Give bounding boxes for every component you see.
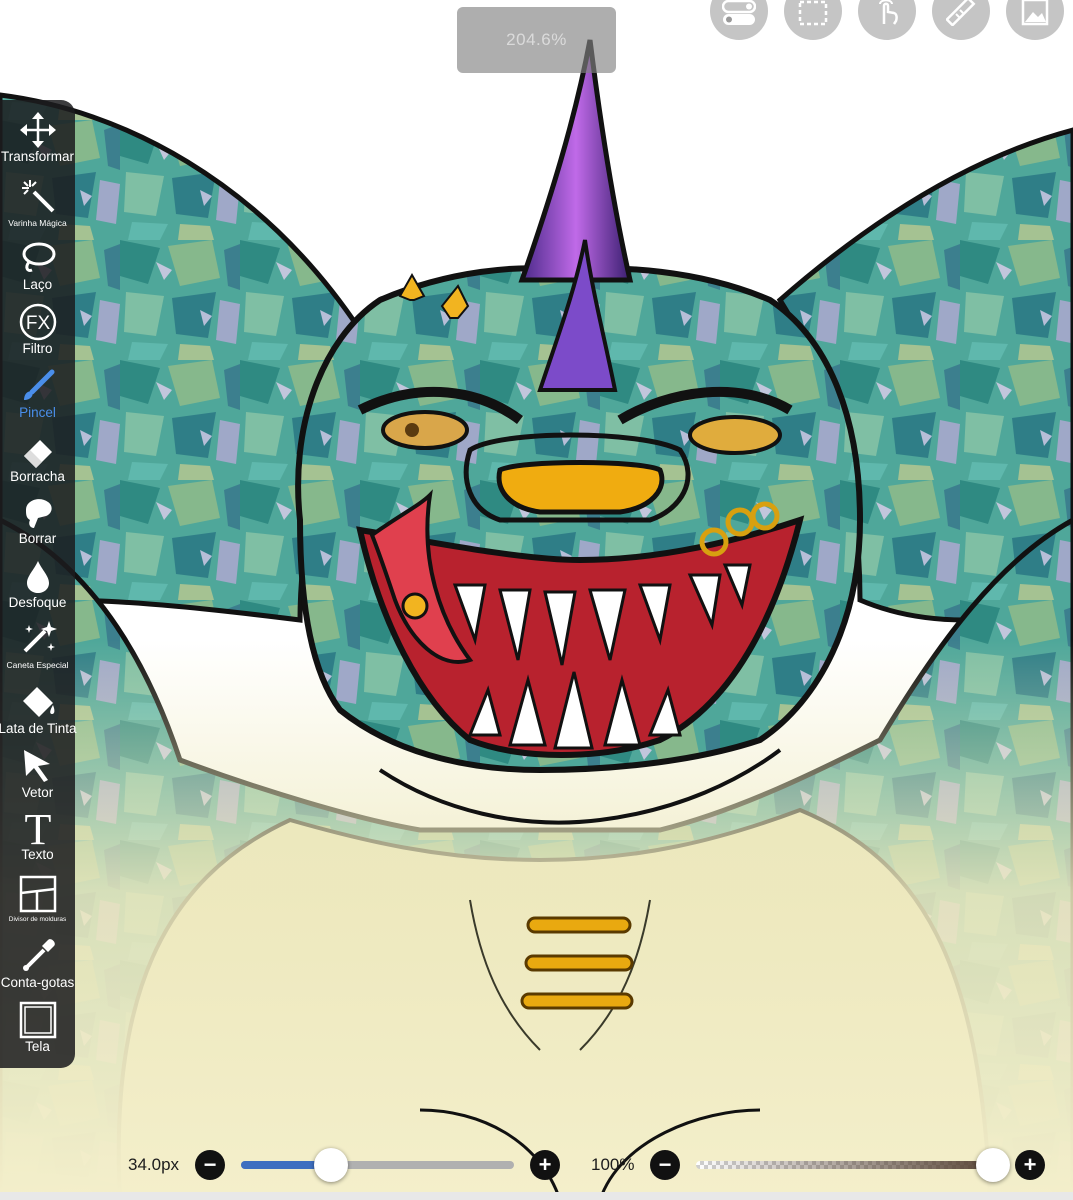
text-t-icon: T [18,808,58,848]
tool-frame-divider[interactable]: Divisor de molduras [0,874,75,924]
tool-label: Caneta Especial [6,660,69,670]
tool-special-pen[interactable]: Caneta Especial [0,618,75,670]
eyedropper-icon [18,936,58,976]
tool-label: Transformar [0,149,74,164]
opacity-value: 100% [591,1155,635,1174]
fx-icon: FX [18,302,58,342]
tool-canvas[interactable]: Tela [0,1000,75,1054]
opacity-decrease-button[interactable]: − [650,1150,680,1180]
cursor-arrow-icon [18,746,58,786]
ruler-icon [946,0,976,26]
tool-label: Vetor [21,785,54,800]
tool-eyedropper[interactable]: Conta-gotas [0,936,75,990]
svg-text:FX: FX [25,313,50,334]
zoom-indicator: 204.6% [457,7,616,73]
minus-icon: − [203,1152,217,1177]
selection-icon [798,0,828,26]
sparkle-pen-icon [18,618,58,658]
minus-icon: − [658,1152,672,1177]
brush-size-value: 34.0px [128,1155,180,1174]
opacity-slider-handle[interactable] [976,1148,1010,1182]
tool-label: Filtro [22,341,53,356]
tool-label: Conta-gotas [0,975,75,990]
lasso-icon [18,238,58,278]
drop-icon [18,556,58,596]
tool-label: Pincel [19,405,56,420]
plus-icon: + [538,1152,552,1177]
brush-icon [18,366,58,406]
brush-size-increase-button[interactable]: + [530,1150,560,1180]
opacity-increase-button[interactable]: + [1015,1150,1045,1180]
frame-divider-icon [18,874,58,914]
brush-size-decrease-button[interactable]: − [195,1150,225,1180]
artwork [0,0,1073,1200]
tool-text[interactable]: T Texto [0,808,75,862]
tool-label: Borracha [10,469,65,484]
move-arrows-icon [18,110,58,150]
magic-wand-icon [18,176,58,216]
smudge-finger-icon [18,492,58,532]
zoom-value: 204.6% [506,30,567,49]
tool-label: Texto [21,847,54,862]
image-layer-icon [1021,0,1049,26]
tool-label: Lata de Tinta [0,721,77,736]
touch-gesture-icon [879,0,898,25]
canvas-square-icon [18,1000,58,1040]
opacity-slider[interactable] [696,1161,996,1169]
tool-brush[interactable]: Pincel [0,366,75,420]
tool-sidebar: Transformar Varinha Mágica Laço FX Filtro Pin… [0,100,77,1068]
tool-vector[interactable]: Vetor [0,746,75,800]
tool-label: Divisor de molduras [8,916,67,923]
plus-icon: + [1023,1152,1037,1177]
tool-transform[interactable]: Transformar [0,110,75,164]
tool-filter[interactable]: FX Filtro [0,302,75,356]
brush-size-slider-handle[interactable] [314,1148,349,1182]
eraser-icon [18,430,58,470]
drawing-canvas[interactable] [0,0,1073,1200]
tool-blur[interactable]: Desfoque [0,556,75,610]
tool-paint-bucket[interactable]: Lata de Tinta [0,682,77,736]
tool-lasso[interactable]: Laço [0,238,75,292]
screen-bottom-edge [0,1192,1073,1200]
tool-label: Tela [25,1039,50,1054]
svg-text:T: T [24,808,51,848]
tool-label: Laço [22,277,53,292]
tool-smudge[interactable]: Borrar [0,492,75,546]
tool-label: Desfoque [8,595,67,610]
tool-label: Varinha Mágica [8,218,67,228]
tool-label: Borrar [18,531,57,546]
tool-eraser[interactable]: Borracha [0,430,75,484]
layers-toggle-icon [722,0,756,25]
tool-magic-wand[interactable]: Varinha Mágica [0,176,75,228]
paint-bucket-icon [18,682,58,722]
